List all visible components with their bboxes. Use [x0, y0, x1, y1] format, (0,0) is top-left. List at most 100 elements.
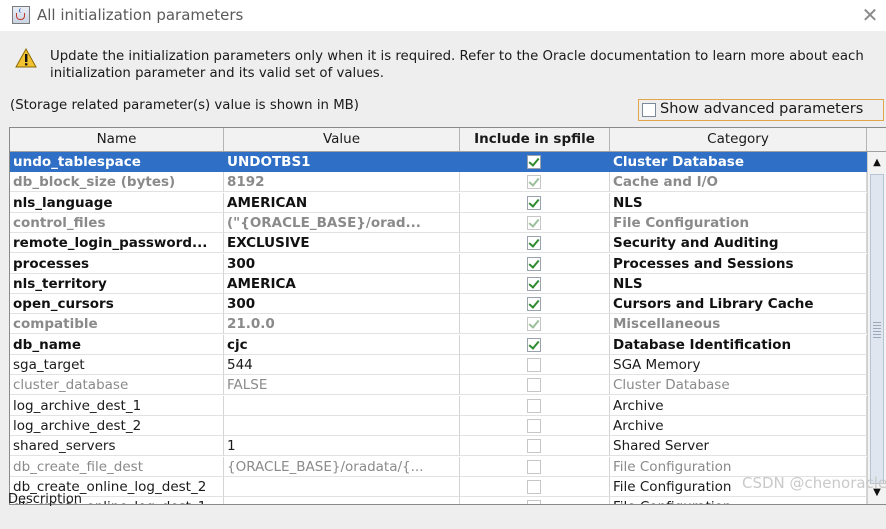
checked-checkbox-icon[interactable] [527, 195, 541, 210]
param-value-cell[interactable]: AMERICA [224, 273, 460, 294]
param-value-cell[interactable]: 300 [224, 253, 460, 274]
table-row[interactable]: db_create_online_log_dest_1File Configur… [10, 497, 867, 504]
scroll-up-icon[interactable]: ▲ [868, 154, 886, 172]
table-row[interactable]: remote_login_password... EXCLUSIVE Securit… [10, 233, 867, 254]
unchecked-checkbox-icon[interactable] [527, 459, 541, 474]
param-category-cell[interactable]: Cluster Database [610, 152, 867, 172]
include-in-spfile-cell[interactable] [460, 233, 610, 254]
param-category-cell[interactable]: Shared Server [610, 436, 867, 457]
scrollbar-thumb[interactable] [870, 174, 884, 484]
column-header-value[interactable]: Value [224, 128, 460, 151]
table-row[interactable]: db_name cjc Database Identification [10, 334, 867, 355]
include-in-spfile-cell[interactable] [460, 314, 610, 335]
checked-checkbox-icon[interactable] [527, 337, 541, 352]
unchecked-checkbox-icon[interactable] [527, 439, 541, 454]
checked-checkbox-icon[interactable] [527, 236, 541, 251]
include-in-spfile-cell[interactable] [460, 212, 610, 233]
param-category-cell[interactable]: Cluster Database [610, 375, 867, 396]
param-category-cell[interactable]: Archive [610, 415, 867, 436]
param-name-cell[interactable]: compatible [10, 314, 224, 335]
param-name-cell[interactable]: shared_servers [10, 436, 224, 457]
include-in-spfile-cell[interactable] [460, 334, 610, 355]
param-name-cell[interactable]: open_cursors [10, 294, 224, 315]
param-name-cell[interactable]: remote_login_password... [10, 233, 224, 254]
param-category-cell[interactable]: Database Identification [610, 334, 867, 355]
include-in-spfile-cell[interactable] [460, 172, 610, 193]
checked-checkbox-icon[interactable] [527, 175, 541, 190]
param-name-cell[interactable]: sga_target [10, 355, 224, 375]
unchecked-checkbox-icon[interactable] [527, 378, 541, 393]
param-value-cell[interactable]: cjc [224, 334, 460, 355]
param-name-cell[interactable]: db_name [10, 334, 224, 355]
param-value-cell[interactable]: 544 [224, 355, 460, 375]
table-row[interactable]: nls_territory AMERICA NLS [10, 273, 867, 294]
param-category-cell[interactable]: Security and Auditing [610, 233, 867, 254]
include-in-spfile-cell[interactable] [460, 476, 610, 497]
include-in-spfile-cell[interactable] [460, 497, 610, 504]
table-row[interactable]: processes 300 Processes and Sessions [10, 253, 867, 274]
param-value-cell[interactable] [224, 415, 460, 436]
param-value-cell[interactable]: 8192 [224, 172, 460, 193]
param-value-cell[interactable]: {ORACLE_BASE}/oradata/{... [224, 456, 460, 477]
table-row[interactable]: shared_servers 1 Shared Server [10, 436, 867, 457]
unchecked-checkbox-icon[interactable] [527, 479, 541, 494]
checked-checkbox-icon[interactable] [527, 215, 541, 230]
param-value-cell[interactable]: EXCLUSIVE [224, 233, 460, 254]
table-row[interactable]: db_block_size (bytes) 8192 Cache and I/O [10, 172, 867, 193]
include-in-spfile-cell[interactable] [460, 456, 610, 477]
param-category-cell[interactable]: SGA Memory [610, 355, 867, 375]
vertical-scrollbar[interactable]: ▲ ▼ [867, 152, 886, 504]
param-value-cell[interactable]: 300 [224, 294, 460, 315]
column-header-name[interactable]: Name [10, 128, 224, 151]
param-name-cell[interactable]: nls_language [10, 192, 224, 213]
include-in-spfile-cell[interactable] [460, 253, 610, 274]
unchecked-checkbox-icon[interactable] [527, 398, 541, 413]
param-value-cell[interactable]: ("{ORACLE_BASE}/orad... [224, 212, 460, 233]
table-row[interactable]: compatible 21.0.0 Miscellaneous [10, 314, 867, 335]
table-row[interactable]: db_create_file_dest {ORACLE_BASE}/oradata… [10, 456, 867, 477]
table-row[interactable]: cluster_database FALSE Cluster Database [10, 375, 867, 396]
param-category-cell[interactable]: NLS [610, 273, 867, 294]
table-row[interactable]: undo_tablespace UNDOTBS1 Cluster Database [10, 152, 867, 172]
param-value-cell[interactable]: 21.0.0 [224, 314, 460, 335]
include-in-spfile-cell[interactable] [460, 355, 610, 375]
param-name-cell[interactable]: undo_tablespace [10, 152, 224, 172]
param-value-cell[interactable]: FALSE [224, 375, 460, 396]
param-value-cell[interactable] [224, 395, 460, 416]
include-in-spfile-cell[interactable] [460, 192, 610, 213]
param-value-cell[interactable]: AMERICAN [224, 192, 460, 213]
checked-checkbox-icon[interactable] [527, 297, 541, 312]
include-in-spfile-cell[interactable] [460, 294, 610, 315]
checked-checkbox-icon[interactable] [527, 155, 541, 169]
table-row[interactable]: db_create_online_log_dest_2 File Configur… [10, 476, 867, 497]
table-row[interactable]: log_archive_dest_1 Archive [10, 395, 867, 416]
unchecked-checkbox-icon[interactable] [527, 500, 541, 504]
unchecked-checkbox-icon[interactable] [527, 358, 541, 372]
include-in-spfile-cell[interactable] [460, 273, 610, 294]
column-header-include[interactable]: Include in spfile [460, 128, 610, 151]
close-icon[interactable]: ✕ [859, 4, 881, 26]
checked-checkbox-icon[interactable] [527, 256, 541, 271]
param-value-cell[interactable]: UNDOTBS1 [224, 152, 460, 172]
param-name-cell[interactable]: control_files [10, 212, 224, 233]
advanced-checkbox-box[interactable] [642, 103, 656, 117]
table-row[interactable]: sga_target 544 SGA Memory [10, 355, 867, 375]
param-name-cell[interactable]: db_create_file_dest [10, 456, 224, 477]
checked-checkbox-icon[interactable] [527, 276, 541, 291]
include-in-spfile-cell[interactable] [460, 415, 610, 436]
advanced-checkbox-label[interactable]: Show advanced parameters [660, 101, 863, 117]
param-category-cell[interactable]: Archive [610, 395, 867, 416]
table-row[interactable]: control_files ("{ORACLE_BASE}/orad... File… [10, 212, 867, 233]
column-header-category[interactable]: Category [610, 128, 867, 151]
param-name-cell[interactable]: cluster_database [10, 375, 224, 396]
include-in-spfile-cell[interactable] [460, 395, 610, 416]
checked-checkbox-icon[interactable] [527, 317, 541, 332]
param-value-cell[interactable] [224, 497, 460, 504]
param-name-cell[interactable]: nls_territory [10, 273, 224, 294]
param-category-cell[interactable]: Cursors and Library Cache [610, 294, 867, 315]
include-in-spfile-cell[interactable] [460, 152, 610, 172]
table-row[interactable]: nls_language AMERICAN NLS [10, 192, 867, 213]
param-category-cell[interactable]: File Configuration [610, 212, 867, 233]
unchecked-checkbox-icon[interactable] [527, 418, 541, 433]
param-category-cell[interactable]: Miscellaneous [610, 314, 867, 335]
